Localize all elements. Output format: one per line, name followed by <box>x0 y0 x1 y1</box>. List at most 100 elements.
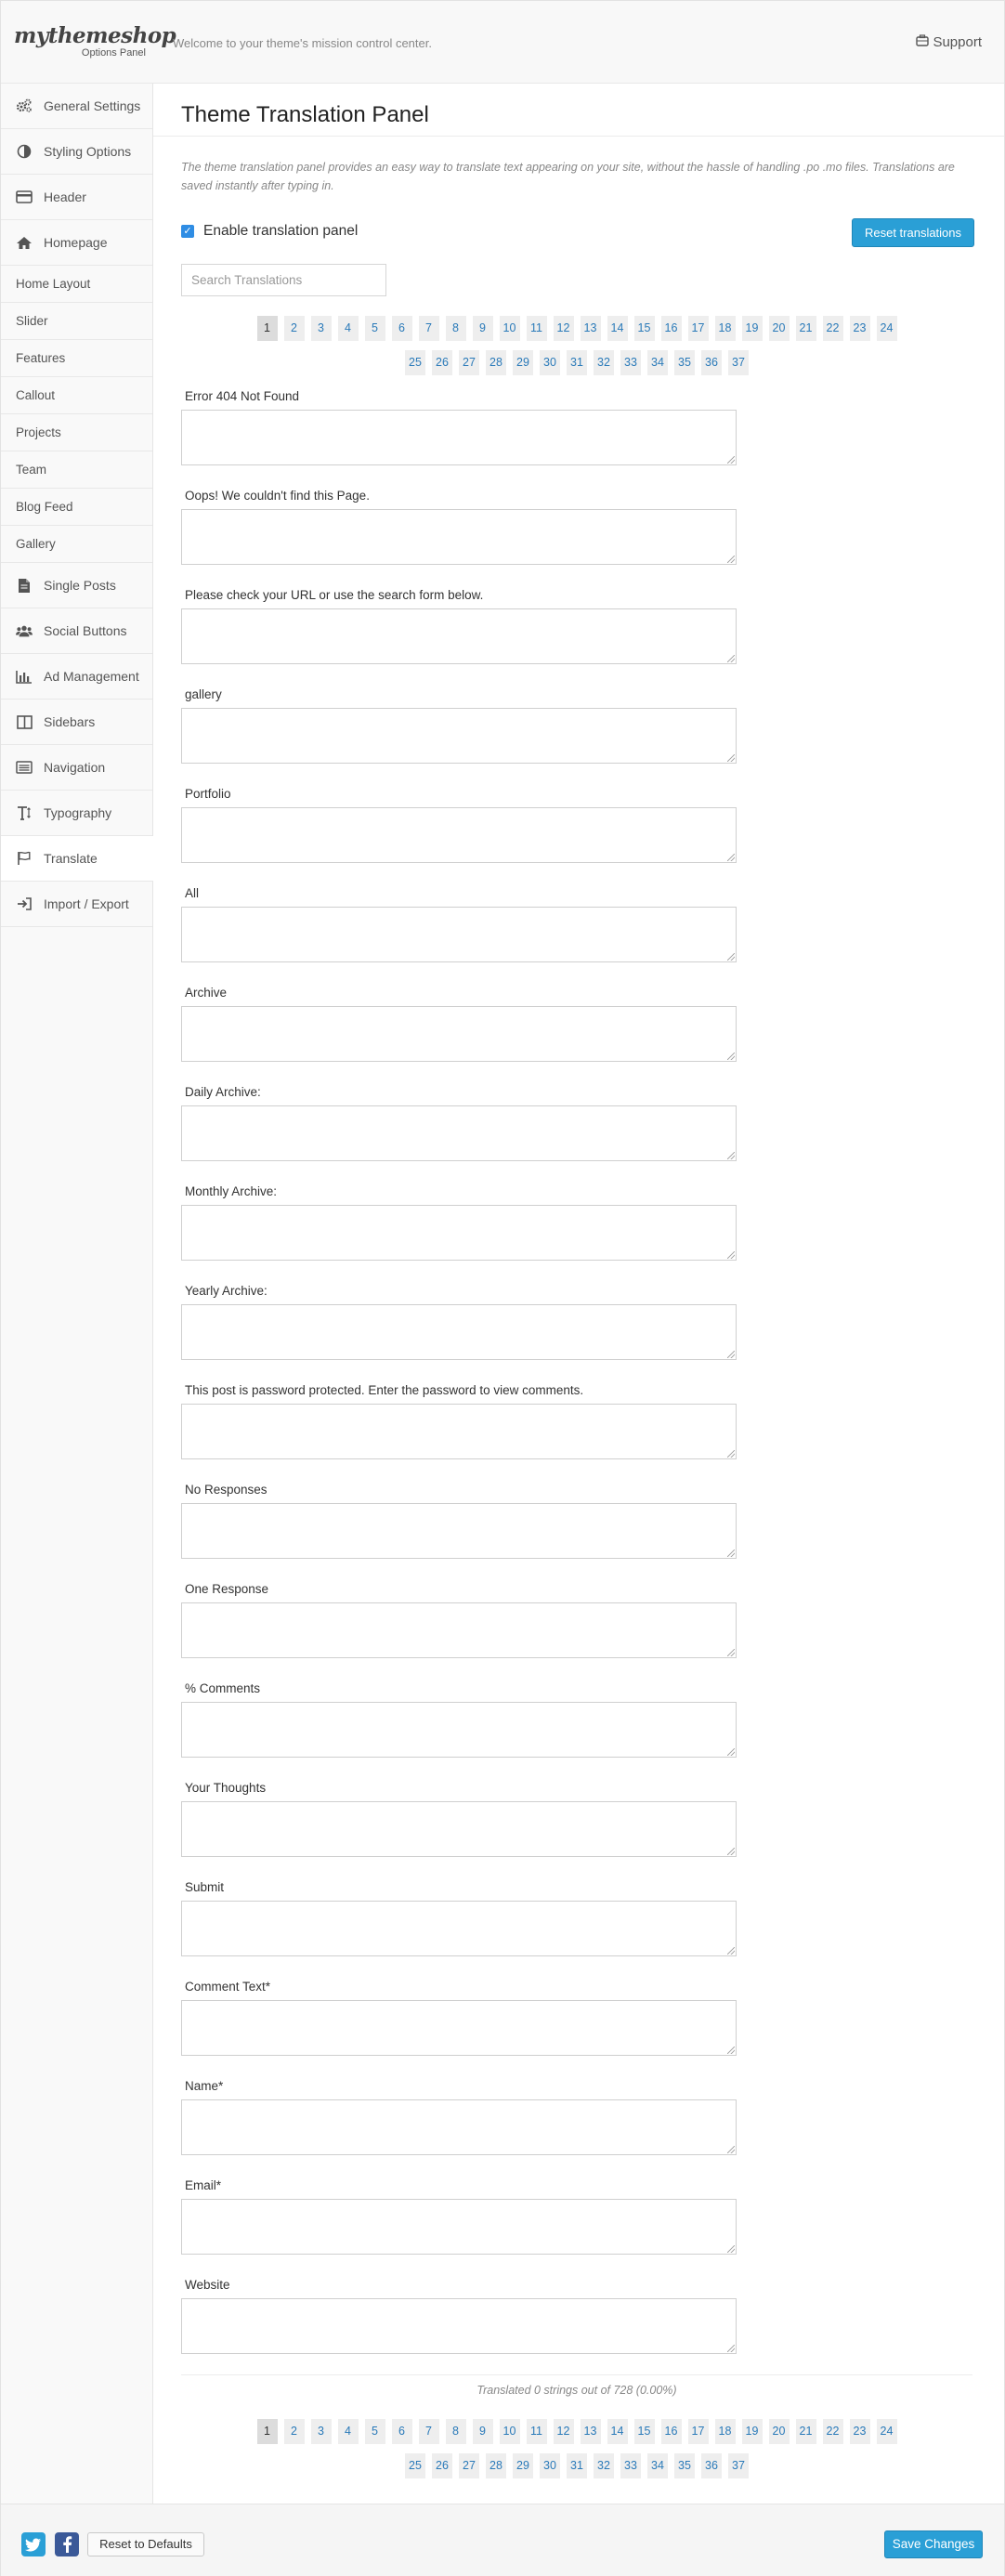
page-button[interactable]: 4 <box>337 316 359 341</box>
page-button[interactable]: 23 <box>849 2419 870 2444</box>
page-button[interactable]: 21 <box>795 2419 816 2444</box>
reset-translations-button[interactable]: Reset translations <box>852 218 974 247</box>
reset-to-defaults-button[interactable]: Reset to Defaults <box>87 2532 204 2556</box>
resize-handle[interactable] <box>727 2245 735 2253</box>
page-button[interactable]: 25 <box>405 2453 425 2478</box>
translation-textarea[interactable] <box>181 907 737 962</box>
resize-handle[interactable] <box>727 1748 735 1756</box>
translation-textarea[interactable] <box>181 2099 737 2155</box>
page-button[interactable]: 24 <box>876 316 897 341</box>
sidebar-item-header[interactable]: Header <box>1 175 152 220</box>
page-button[interactable]: 26 <box>432 2453 452 2478</box>
page-button[interactable]: 3 <box>310 2419 332 2444</box>
translation-textarea[interactable] <box>181 1602 737 1658</box>
page-button[interactable]: 20 <box>768 316 790 341</box>
sidebar-item-ad-management[interactable]: Ad Management <box>1 654 152 700</box>
page-button[interactable]: 34 <box>647 2453 668 2478</box>
sidebar-item-import-export[interactable]: Import / Export <box>1 882 152 927</box>
sidebar-item-slider[interactable]: Slider <box>1 303 152 340</box>
page-button[interactable]: 10 <box>499 316 520 341</box>
resize-handle[interactable] <box>727 1152 735 1159</box>
page-button[interactable]: 9 <box>472 2419 493 2444</box>
translation-textarea[interactable] <box>181 1801 737 1857</box>
sidebar-item-styling-options[interactable]: Styling Options <box>1 129 152 175</box>
page-button[interactable]: 36 <box>701 350 722 375</box>
resize-handle[interactable] <box>727 556 735 563</box>
page-button[interactable]: 2 <box>283 2419 305 2444</box>
page-button[interactable]: 35 <box>674 2453 695 2478</box>
sidebar-item-team[interactable]: Team <box>1 451 152 489</box>
facebook-icon[interactable] <box>55 2532 79 2556</box>
sidebar-item-social-buttons[interactable]: Social Buttons <box>1 608 152 654</box>
page-button[interactable]: 33 <box>620 2453 641 2478</box>
twitter-icon[interactable] <box>21 2532 46 2556</box>
sidebar-item-typography[interactable]: Typography <box>1 791 152 836</box>
page-button[interactable]: 36 <box>701 2453 722 2478</box>
page-button[interactable]: 29 <box>513 2453 533 2478</box>
page-button[interactable]: 7 <box>418 316 439 341</box>
page-button[interactable]: 32 <box>594 350 614 375</box>
translation-textarea[interactable] <box>181 708 737 764</box>
save-changes-button[interactable]: Save Changes <box>884 2530 983 2558</box>
page-button[interactable]: 27 <box>459 350 479 375</box>
page-button[interactable]: 5 <box>364 2419 385 2444</box>
translation-textarea[interactable] <box>181 1901 737 1956</box>
translation-textarea[interactable] <box>181 2199 737 2255</box>
page-button[interactable]: 8 <box>445 316 466 341</box>
page-button[interactable]: 22 <box>822 316 843 341</box>
resize-handle[interactable] <box>727 2146 735 2153</box>
page-button[interactable]: 12 <box>553 2419 574 2444</box>
page-button[interactable]: 17 <box>687 2419 709 2444</box>
page-button[interactable]: 23 <box>849 316 870 341</box>
page-button[interactable]: 26 <box>432 350 452 375</box>
support-link[interactable]: Support <box>916 34 982 50</box>
resize-handle[interactable] <box>727 1251 735 1259</box>
translation-textarea[interactable] <box>181 1404 737 1459</box>
page-button[interactable]: 30 <box>540 2453 560 2478</box>
page-button[interactable]: 2 <box>283 316 305 341</box>
sidebar-item-features[interactable]: Features <box>1 340 152 377</box>
sidebar-item-single-posts[interactable]: Single Posts <box>1 563 152 608</box>
page-button[interactable]: 28 <box>486 2453 506 2478</box>
resize-handle[interactable] <box>727 953 735 961</box>
page-button[interactable]: 11 <box>526 2419 547 2444</box>
page-button[interactable]: 6 <box>391 316 412 341</box>
resize-handle[interactable] <box>727 2345 735 2352</box>
page-button[interactable]: 20 <box>768 2419 790 2444</box>
page-button[interactable]: 15 <box>633 2419 655 2444</box>
sidebar-item-navigation[interactable]: Navigation <box>1 745 152 791</box>
page-button[interactable]: 22 <box>822 2419 843 2444</box>
resize-handle[interactable] <box>727 1450 735 1458</box>
translation-textarea[interactable] <box>181 509 737 565</box>
page-button[interactable]: 13 <box>580 2419 601 2444</box>
sidebar-item-blog-feed[interactable]: Blog Feed <box>1 489 152 526</box>
resize-handle[interactable] <box>727 2046 735 2054</box>
page-button[interactable]: 19 <box>741 316 763 341</box>
translation-textarea[interactable] <box>181 1006 737 1062</box>
page-button[interactable]: 31 <box>567 2453 587 2478</box>
page-button[interactable]: 12 <box>553 316 574 341</box>
page-button[interactable]: 7 <box>418 2419 439 2444</box>
sidebar-item-sidebars[interactable]: Sidebars <box>1 700 152 745</box>
page-button[interactable]: 4 <box>337 2419 359 2444</box>
page-button[interactable]: 1 <box>256 2419 278 2444</box>
page-button[interactable]: 11 <box>526 316 547 341</box>
page-button[interactable]: 29 <box>513 350 533 375</box>
translation-textarea[interactable] <box>181 1702 737 1758</box>
page-button[interactable]: 31 <box>567 350 587 375</box>
page-button[interactable]: 32 <box>594 2453 614 2478</box>
resize-handle[interactable] <box>727 456 735 464</box>
resize-handle[interactable] <box>727 1550 735 1557</box>
page-button[interactable]: 6 <box>391 2419 412 2444</box>
page-button[interactable]: 34 <box>647 350 668 375</box>
translation-textarea[interactable] <box>181 1205 737 1261</box>
page-button[interactable]: 18 <box>714 316 736 341</box>
page-button[interactable]: 14 <box>607 316 628 341</box>
page-button[interactable]: 37 <box>728 350 749 375</box>
page-button[interactable]: 37 <box>728 2453 749 2478</box>
page-button[interactable]: 1 <box>256 316 278 341</box>
page-button[interactable]: 28 <box>486 350 506 375</box>
page-button[interactable]: 9 <box>472 316 493 341</box>
resize-handle[interactable] <box>727 1053 735 1060</box>
translation-textarea[interactable] <box>181 410 737 465</box>
